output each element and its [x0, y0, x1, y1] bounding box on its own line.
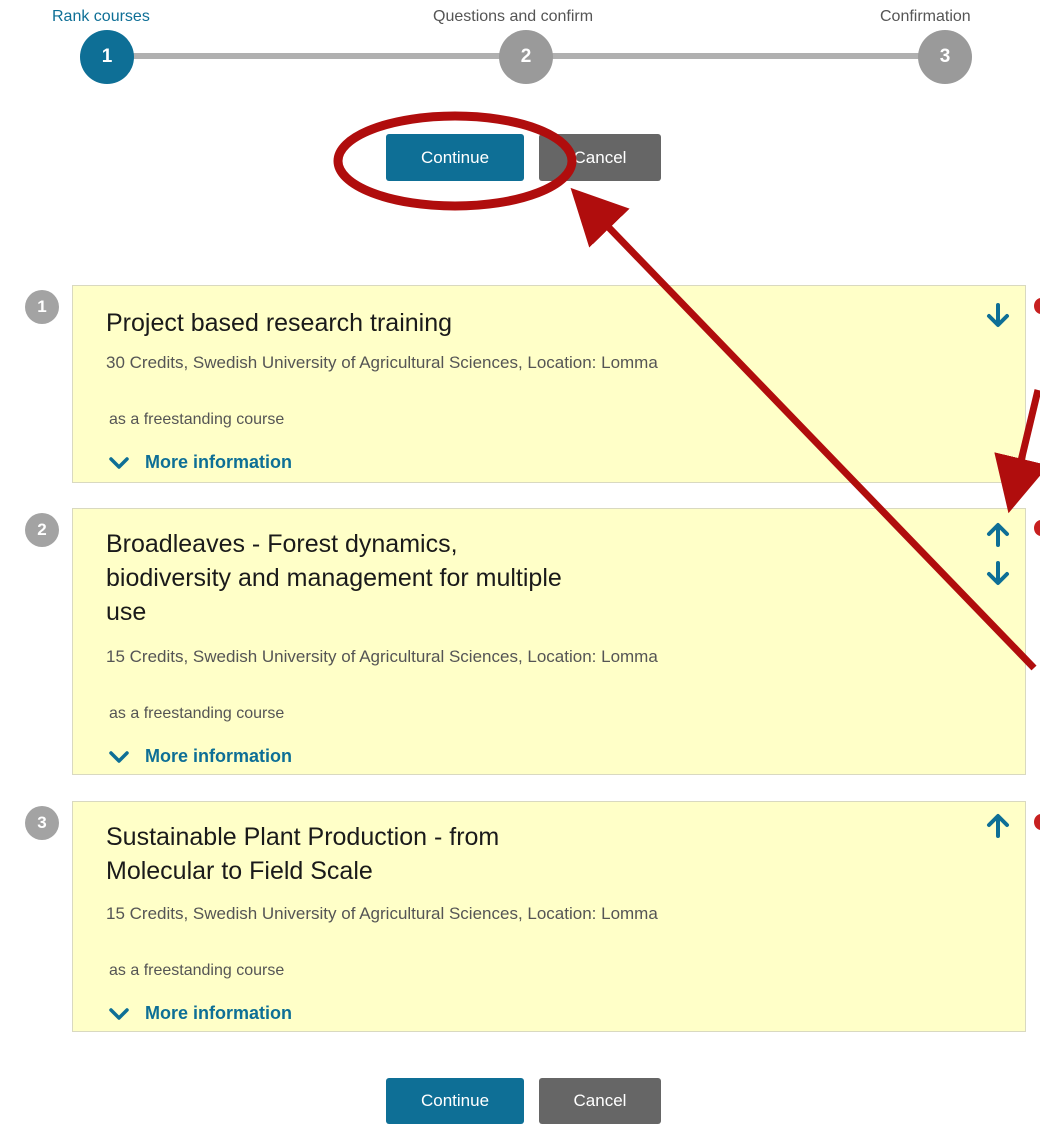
remove-course-icon[interactable]	[1034, 814, 1040, 830]
continue-button-bottom[interactable]: Continue	[386, 1078, 524, 1124]
study-mode: as a freestanding course	[109, 962, 285, 979]
rank-badge-3: 3	[25, 806, 59, 840]
study-mode: as a freestanding course	[109, 705, 285, 722]
chevron-down-icon	[109, 1007, 129, 1020]
step-connector-2	[552, 53, 924, 59]
remove-course-icon[interactable]	[1034, 298, 1040, 314]
step-circle-3: 3	[918, 30, 972, 84]
step-circle-2: 2	[499, 30, 553, 84]
course-details: 15 Credits, Swedish University of Agricu…	[106, 647, 658, 666]
progress-stepper: Rank courses Questions and confirm Confi…	[0, 0, 1040, 100]
chevron-down-icon	[109, 456, 129, 469]
study-mode: as a freestanding course	[109, 411, 285, 428]
step-label-rank-courses[interactable]: Rank courses	[52, 8, 150, 26]
more-information-label: More information	[145, 1003, 292, 1023]
course-details: 30 Credits, Swedish University of Agricu…	[106, 353, 658, 372]
more-information-toggle[interactable]: More information	[109, 452, 292, 473]
course-details: 15 Credits, Swedish University of Agricu…	[106, 904, 658, 923]
arrow-down-icon[interactable]	[986, 303, 1010, 329]
step-connector-1	[125, 53, 505, 59]
more-information-label: More information	[145, 746, 292, 766]
course-title: Broadleaves - Forest dynamics, biodivers…	[106, 530, 562, 626]
more-information-toggle[interactable]: More information	[109, 1003, 292, 1024]
course-card-1: Project based research training 30 Credi…	[72, 285, 1026, 483]
rank-badge-1: 1	[25, 290, 59, 324]
cancel-button-bottom[interactable]: Cancel	[539, 1078, 661, 1124]
more-information-toggle[interactable]: More information	[109, 746, 292, 767]
chevron-down-icon	[109, 750, 129, 763]
course-title: Sustainable Plant Production - from Mole…	[106, 823, 500, 885]
continue-button-top[interactable]: Continue	[386, 134, 524, 181]
rank-badge-2: 2	[25, 513, 59, 547]
remove-course-icon[interactable]	[1034, 520, 1040, 536]
course-card-3: Sustainable Plant Production - from Mole…	[72, 801, 1026, 1032]
step-circle-1[interactable]: 1	[80, 30, 134, 84]
more-information-label: More information	[145, 452, 292, 472]
step-label-confirmation: Confirmation	[880, 8, 971, 25]
arrow-down-icon[interactable]	[986, 561, 1010, 587]
arrow-up-icon[interactable]	[986, 812, 1010, 838]
cancel-button-top[interactable]: Cancel	[539, 134, 661, 181]
step-label-questions: Questions and confirm	[433, 8, 594, 25]
course-card-2: Broadleaves - Forest dynamics, biodivers…	[72, 508, 1026, 775]
course-title: Project based research training	[106, 309, 453, 337]
arrow-up-icon[interactable]	[986, 521, 1010, 547]
